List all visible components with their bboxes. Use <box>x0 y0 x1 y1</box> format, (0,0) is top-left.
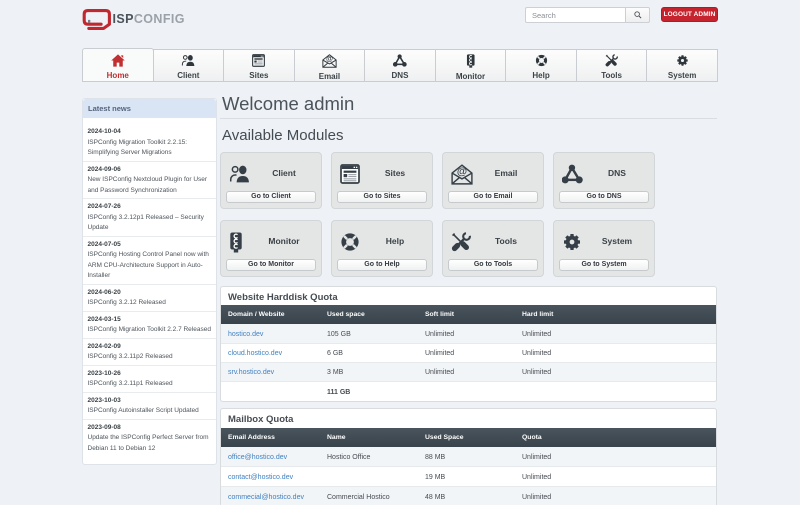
svg-text:@: @ <box>457 166 467 177</box>
svg-text:@: @ <box>326 56 333 63</box>
